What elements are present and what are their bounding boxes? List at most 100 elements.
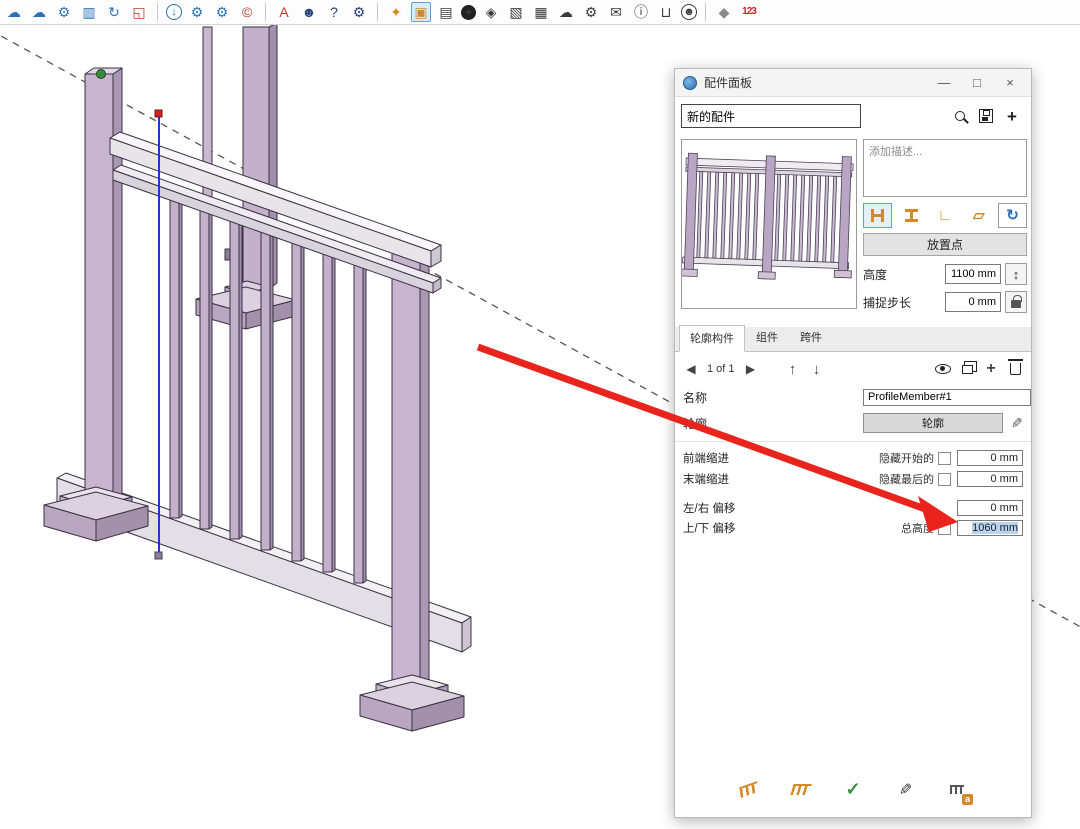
bend-assembly-button[interactable] [735, 775, 763, 803]
duplicate-member-button[interactable] [957, 359, 977, 379]
mini-fence-icon [950, 784, 964, 794]
help-icon[interactable]: ? [324, 2, 344, 22]
apply-assembly-button[interactable]: ✓ [839, 775, 867, 803]
edit-profile-icon[interactable]: ✎ [1011, 415, 1023, 432]
panel-member-button[interactable]: ▱ [964, 203, 993, 228]
tab-components[interactable]: 组件 [745, 324, 789, 351]
cloud-upload-icon[interactable]: ☁ [556, 2, 576, 22]
annotate-button[interactable]: a [943, 775, 973, 805]
visibility-button[interactable] [933, 359, 953, 379]
height-input[interactable] [945, 264, 1001, 284]
cart-icon[interactable]: ⊔ [656, 2, 676, 22]
snap-label: 捕捉步长 [863, 295, 912, 310]
checkerboard-icon[interactable]: ▦ [531, 2, 551, 22]
toolbar-divider [265, 3, 266, 21]
comment-edit-icon[interactable]: ✉ [606, 2, 626, 22]
assembly-preview[interactable] [679, 139, 857, 309]
add-member-button[interactable]: + [981, 359, 1001, 379]
gear-pair-icon[interactable]: ⚙ [212, 2, 232, 22]
hide-last-checkbox[interactable] [938, 472, 951, 486]
text-leader-icon[interactable]: A [274, 2, 294, 22]
sync-check-icon[interactable]: ↻ [104, 2, 124, 22]
material-tool-icon[interactable]: ✦ [386, 2, 406, 22]
maximize-button[interactable]: □ [964, 72, 990, 94]
front-indent-label: 前端缩进 [683, 453, 729, 465]
doc-ruler-icon[interactable]: ▧ [506, 2, 526, 22]
corner-member-button[interactable]: ∟ [931, 203, 960, 228]
member-nav-row: ◀ 1 of 1 ▶ ↑ ↓ + [681, 357, 1025, 381]
rebuild-button[interactable]: ↻ [998, 202, 1027, 228]
tab-spans[interactable]: 跨件 [789, 324, 833, 351]
next-member-button[interactable]: ▶ [741, 359, 761, 379]
tab-strip: 轮廓构件 组件 跨件 [675, 324, 1031, 352]
profile-member-horizontal-button[interactable] [863, 202, 892, 228]
end-indent-row: 末端缩进 隐藏最后的 0 mm [683, 470, 1023, 488]
fence-assembly-button[interactable] [787, 775, 815, 803]
download-circle-icon[interactable]: ↓ [166, 4, 182, 20]
front-indent-input[interactable]: 0 mm [957, 450, 1023, 466]
placement-point-button[interactable]: 放置点 [863, 233, 1027, 256]
save-button[interactable] [973, 105, 999, 127]
hide-first-label: 隐藏开始的 [879, 453, 934, 465]
red-crop-icon[interactable]: ◱ [129, 2, 149, 22]
profile-member-vertical-button[interactable] [897, 203, 926, 228]
move-up-button[interactable]: ↑ [783, 359, 803, 379]
lr-offset-label: 左/右 偏移 [683, 503, 736, 515]
cloud-back-icon[interactable]: ☁ [4, 2, 24, 22]
duplicate-icon [961, 360, 977, 374]
eyedropper-button[interactable]: ✎ [891, 775, 919, 803]
compass-logo-icon[interactable]: © [237, 2, 257, 22]
assembly-name-input[interactable] [681, 104, 861, 128]
delete-member-button[interactable] [1005, 359, 1025, 379]
gear-settings-icon[interactable]: ⚙ [187, 2, 207, 22]
numbers-icon[interactable]: 123 [739, 2, 759, 22]
ibeam-icon [904, 208, 918, 222]
gear-dark-icon[interactable]: ⚙ [349, 2, 369, 22]
toolbar-divider [377, 3, 378, 21]
move-down-button[interactable]: ↓ [807, 359, 827, 379]
profile-label: 轮廓 [683, 416, 708, 431]
close-button[interactable]: × [997, 72, 1023, 94]
height-stepper-button[interactable]: ↕ [1005, 263, 1027, 285]
snap-lock-button[interactable] [1005, 291, 1027, 313]
end-indent-label: 末端缩进 [683, 474, 729, 486]
account-circle-icon[interactable]: ☻ [681, 4, 697, 20]
person-icon[interactable]: ☻ [299, 2, 319, 22]
end-indent-input[interactable]: 0 mm [957, 471, 1023, 487]
railing-model [43, 25, 472, 732]
shield-box-icon[interactable]: ◈ [481, 2, 501, 22]
snap-input[interactable] [945, 292, 1001, 312]
description-input[interactable]: 添加描述... [863, 139, 1027, 197]
export-box-icon[interactable]: ▤ [436, 2, 456, 22]
full-height-checkbox[interactable] [938, 521, 951, 535]
lr-offset-input[interactable]: 0 mm [957, 500, 1023, 516]
minimize-button[interactable]: — [931, 72, 957, 94]
add-assembly-button[interactable]: + [999, 105, 1025, 127]
hide-first-checkbox[interactable] [938, 451, 951, 465]
app-window: ☁ ☁ ⚙ ▥ ↻ ◱ ↓ ⚙ ⚙ © A ☻? ⚙ ✦ ▣ ▤ + ◈ ▧ ▦ ☁ ⚙ ✉ ⓘ ⊔ ☻ ◆ 123 [0, 0, 1080, 829]
footer-toolbar: ✓ ✎ a [675, 769, 1031, 809]
extension-gears-icon[interactable]: ⚙ [54, 2, 74, 22]
profile-picker-button[interactable]: 轮廓 [863, 413, 1003, 433]
edge-endpoint-top [154, 109, 163, 118]
rock-material-icon[interactable]: ◆ [714, 2, 734, 22]
prev-member-button[interactable]: ◀ [681, 359, 701, 379]
search-button[interactable] [947, 105, 973, 127]
cloud-forward-icon[interactable]: ☁ [29, 2, 49, 22]
tab-profile-members[interactable]: 轮廓构件 [679, 325, 745, 352]
edge-endpoint-bottom [154, 551, 163, 560]
eyedropper-icon: ✎ [896, 782, 913, 796]
preview-railing-image [679, 152, 854, 280]
info-icon[interactable]: ⓘ [631, 2, 651, 22]
sliders-icon[interactable]: ▥ [79, 2, 99, 22]
toolbar-divider [705, 3, 706, 21]
separator [675, 441, 1031, 442]
panel-titlebar[interactable]: 配件面板 — □ × [675, 69, 1031, 97]
add-circle-icon[interactable]: + [461, 4, 476, 20]
gear-spark-icon[interactable]: ⚙ [581, 2, 601, 22]
member-name-input[interactable] [863, 388, 1031, 406]
search-icon [955, 111, 965, 121]
lock-icon [1011, 295, 1022, 308]
ud-offset-input[interactable]: 1060 mm [957, 520, 1023, 536]
copy-pages-icon[interactable]: ▣ [411, 2, 431, 22]
